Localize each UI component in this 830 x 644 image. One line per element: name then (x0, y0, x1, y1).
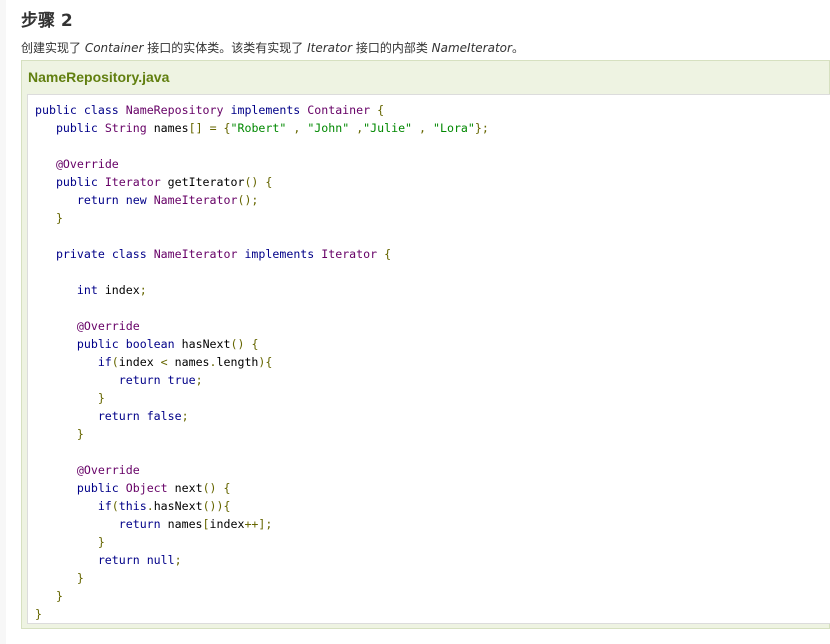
step-title: 步骤 2 (21, 11, 73, 31)
code-line: } (97, 535, 105, 549)
code-line: } (76, 427, 84, 441)
code-line: public Object next() { (76, 481, 231, 495)
desc-text-4: 。 (511, 41, 524, 55)
code-line: int index; (76, 283, 147, 297)
code-line: @Override (76, 319, 140, 333)
code-example: NameRepository.java public class NameRep… (21, 60, 830, 629)
code-line: if(this.hasNext()){ (97, 499, 231, 513)
code-line: return false; (97, 409, 189, 423)
desc-text-3: 接口的内部类 (352, 41, 432, 55)
code-line: } (97, 391, 105, 405)
code-box[interactable]: public class NameRepository implements C… (27, 94, 830, 624)
code-line: } (35, 607, 42, 621)
code-block[interactable]: public class NameRepository implements C… (35, 101, 489, 623)
code-line: public boolean hasNext() { (76, 337, 259, 351)
code-line: public String names[] = {"Robert" , "Joh… (55, 121, 489, 135)
code-line: public Iterator getIterator() { (55, 175, 273, 189)
code-line: return null; (97, 553, 182, 567)
code-line: } (55, 589, 63, 603)
code-line: @Override (55, 157, 119, 171)
code-line: return true; (118, 373, 203, 387)
left-edge-strip (0, 0, 6, 644)
code-line: @Override (76, 463, 140, 477)
code-line: return new NameIterator(); (76, 193, 259, 207)
desc-iterator: Iterator (307, 41, 353, 55)
desc-nameiterator: NameIterator (431, 41, 512, 55)
code-line: } (55, 211, 63, 225)
example-title: NameRepository.java (28, 69, 170, 85)
code-line: private class NameIterator implements It… (55, 247, 392, 261)
code-line: return names[index++]; (118, 517, 273, 531)
code-line: if(index < names.length){ (97, 355, 273, 369)
desc-text-1: 创建实现了 (21, 41, 85, 55)
code-line: } (76, 571, 84, 585)
desc-container: Container (84, 41, 144, 55)
step-description: 创建实现了 Container 接口的实体类。该类有实现了 Iterator 接… (21, 39, 524, 56)
code-line: public class NameRepository implements C… (35, 103, 385, 117)
desc-text-2: 接口的实体类。该类有实现了 (143, 41, 308, 55)
